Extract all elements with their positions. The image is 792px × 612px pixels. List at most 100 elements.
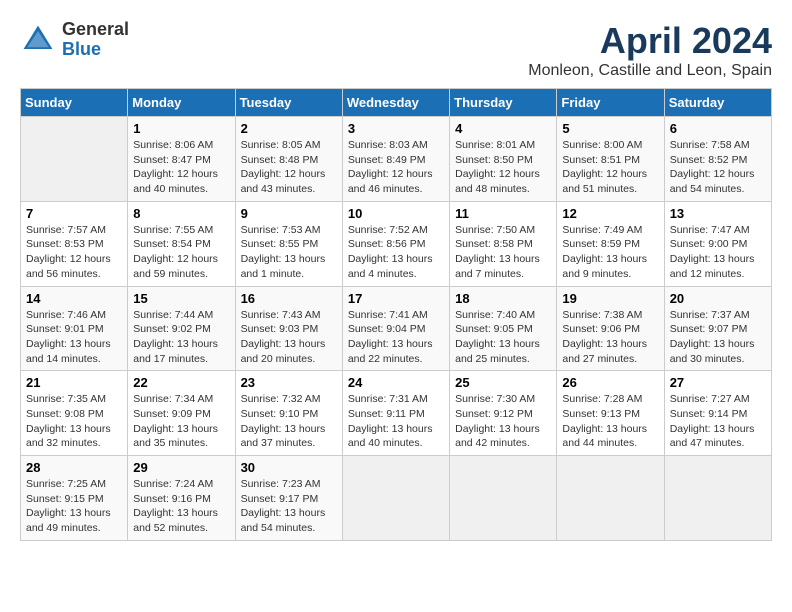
sunset: Sunset: 9:03 PM [241,323,319,335]
sunrise: Sunrise: 7:27 AM [670,393,750,405]
calendar-cell: 19Sunrise: 7:38 AMSunset: 9:06 PMDayligh… [557,286,664,371]
sunrise: Sunrise: 7:43 AM [241,309,321,321]
calendar-cell: 18Sunrise: 7:40 AMSunset: 9:05 PMDayligh… [450,286,557,371]
cell-info: Sunrise: 7:35 AMSunset: 9:08 PMDaylight:… [26,392,122,451]
sunrise: Sunrise: 7:35 AM [26,393,106,405]
sunset: Sunset: 8:51 PM [562,154,640,166]
logo-text: General Blue [62,20,129,60]
cell-day-number: 14 [26,291,122,306]
daylight: Daylight: 13 hours and 42 minutes. [455,423,540,450]
sunset: Sunset: 8:50 PM [455,154,533,166]
sunrise: Sunrise: 7:30 AM [455,393,535,405]
cell-day-number: 15 [133,291,229,306]
cell-day-number: 18 [455,291,551,306]
cell-info: Sunrise: 7:27 AMSunset: 9:14 PMDaylight:… [670,392,766,451]
calendar-cell [342,456,449,541]
cell-info: Sunrise: 8:05 AMSunset: 8:48 PMDaylight:… [241,138,337,197]
cell-day-number: 3 [348,121,444,136]
sunset: Sunset: 8:59 PM [562,238,640,250]
cell-day-number: 17 [348,291,444,306]
cell-day-number: 21 [26,375,122,390]
sunset: Sunset: 9:00 PM [670,238,748,250]
calendar-cell [664,456,771,541]
cell-info: Sunrise: 7:34 AMSunset: 9:09 PMDaylight:… [133,392,229,451]
daylight: Daylight: 13 hours and 22 minutes. [348,338,433,365]
cell-info: Sunrise: 7:52 AMSunset: 8:56 PMDaylight:… [348,223,444,282]
week-row-1: 1Sunrise: 8:06 AMSunset: 8:47 PMDaylight… [21,117,772,202]
sunset: Sunset: 9:13 PM [562,408,640,420]
cell-info: Sunrise: 7:58 AMSunset: 8:52 PMDaylight:… [670,138,766,197]
sunrise: Sunrise: 7:31 AM [348,393,428,405]
daylight: Daylight: 12 hours and 56 minutes. [26,253,111,280]
sunrise: Sunrise: 7:34 AM [133,393,213,405]
sunset: Sunset: 9:10 PM [241,408,319,420]
daylight: Daylight: 12 hours and 46 minutes. [348,168,433,195]
sunset: Sunset: 9:17 PM [241,493,319,505]
sunset: Sunset: 9:15 PM [26,493,104,505]
sunrise: Sunrise: 7:25 AM [26,478,106,490]
cell-info: Sunrise: 7:57 AMSunset: 8:53 PMDaylight:… [26,223,122,282]
calendar-cell: 25Sunrise: 7:30 AMSunset: 9:12 PMDayligh… [450,371,557,456]
sunrise: Sunrise: 8:01 AM [455,139,535,151]
cell-info: Sunrise: 7:41 AMSunset: 9:04 PMDaylight:… [348,308,444,367]
calendar-cell [557,456,664,541]
cell-day-number: 11 [455,206,551,221]
sunset: Sunset: 9:07 PM [670,323,748,335]
header-tuesday: Tuesday [235,89,342,117]
sunrise: Sunrise: 7:44 AM [133,309,213,321]
calendar-cell: 30Sunrise: 7:23 AMSunset: 9:17 PMDayligh… [235,456,342,541]
logo: General Blue [20,20,129,60]
cell-day-number: 13 [670,206,766,221]
daylight: Daylight: 13 hours and 9 minutes. [562,253,647,280]
logo-general: General [62,19,129,39]
sunset: Sunset: 9:01 PM [26,323,104,335]
cell-info: Sunrise: 7:32 AMSunset: 9:10 PMDaylight:… [241,392,337,451]
calendar-cell: 12 Sunrise: 7:49 AM Sunset: 8:59 PM Dayligh… [557,201,664,286]
calendar-cell: 27Sunrise: 7:27 AMSunset: 9:14 PMDayligh… [664,371,771,456]
calendar-cell: 20Sunrise: 7:37 AMSunset: 9:07 PMDayligh… [664,286,771,371]
sunset: Sunset: 8:55 PM [241,238,319,250]
sunset: Sunset: 8:58 PM [455,238,533,250]
title-area: April 2024 Monleon, Castille and Leon, S… [528,20,772,80]
daylight: Daylight: 12 hours and 51 minutes. [562,168,647,195]
header-wednesday: Wednesday [342,89,449,117]
sunset: Sunset: 9:08 PM [26,408,104,420]
daylight: Daylight: 13 hours and 52 minutes. [133,507,218,534]
daylight: Daylight: 13 hours and 35 minutes. [133,423,218,450]
cell-day-number: 29 [133,460,229,475]
cell-info: Sunrise: 8:06 AMSunset: 8:47 PMDaylight:… [133,138,229,197]
sunrise: Sunrise: 7:58 AM [670,139,750,151]
daylight: Daylight: 12 hours and 40 minutes. [133,168,218,195]
daylight: Daylight: 13 hours and 1 minute. [241,253,326,280]
sunset: Sunset: 9:02 PM [133,323,211,335]
cell-day-number: 25 [455,375,551,390]
daylight: Daylight: 12 hours and 59 minutes. [133,253,218,280]
daylight: Daylight: 13 hours and 17 minutes. [133,338,218,365]
cell-info: Sunrise: 7:49 AM Sunset: 8:59 PM Daylight:… [562,223,658,282]
calendar-cell: 15 Sunrise: 7:44 AM Sunset: 9:02 PM Dayligh… [128,286,235,371]
calendar-cell [21,117,128,202]
cell-info: Sunrise: 7:25 AMSunset: 9:15 PMDaylight:… [26,477,122,536]
daylight: Daylight: 12 hours and 48 minutes. [455,168,540,195]
calendar-subtitle: Monleon, Castille and Leon, Spain [528,62,772,80]
sunrise: Sunrise: 7:50 AM [455,224,535,236]
cell-info: Sunrise: 7:31 AMSunset: 9:11 PMDaylight:… [348,392,444,451]
calendar-body: 1Sunrise: 8:06 AMSunset: 8:47 PMDaylight… [21,117,772,541]
sunrise: Sunrise: 7:41 AM [348,309,428,321]
calendar-cell: 11Sunrise: 7:50 AMSunset: 8:58 PMDayligh… [450,201,557,286]
cell-day-number: 23 [241,375,337,390]
cell-info: Sunrise: 7:53 AMSunset: 8:55 PMDaylight:… [241,223,337,282]
sunrise: Sunrise: 7:40 AM [455,309,535,321]
cell-day-number: 2 [241,121,337,136]
cell-info: Sunrise: 7:24 AMSunset: 9:16 PMDaylight:… [133,477,229,536]
daylight: Daylight: 13 hours and 27 minutes. [562,338,647,365]
daylight: Daylight: 13 hours and 12 minutes. [670,253,755,280]
sunrise: Sunrise: 7:49 AM [562,224,642,236]
cell-day-number: 9 [241,206,337,221]
cell-info: Sunrise: 7:23 AMSunset: 9:17 PMDaylight:… [241,477,337,536]
header: General Blue April 2024 Monleon, Castill… [20,20,772,80]
sunrise: Sunrise: 7:24 AM [133,478,213,490]
calendar-cell: 5Sunrise: 8:00 AMSunset: 8:51 PMDaylight… [557,117,664,202]
header-thursday: Thursday [450,89,557,117]
cell-day-number: 12 [562,206,658,221]
